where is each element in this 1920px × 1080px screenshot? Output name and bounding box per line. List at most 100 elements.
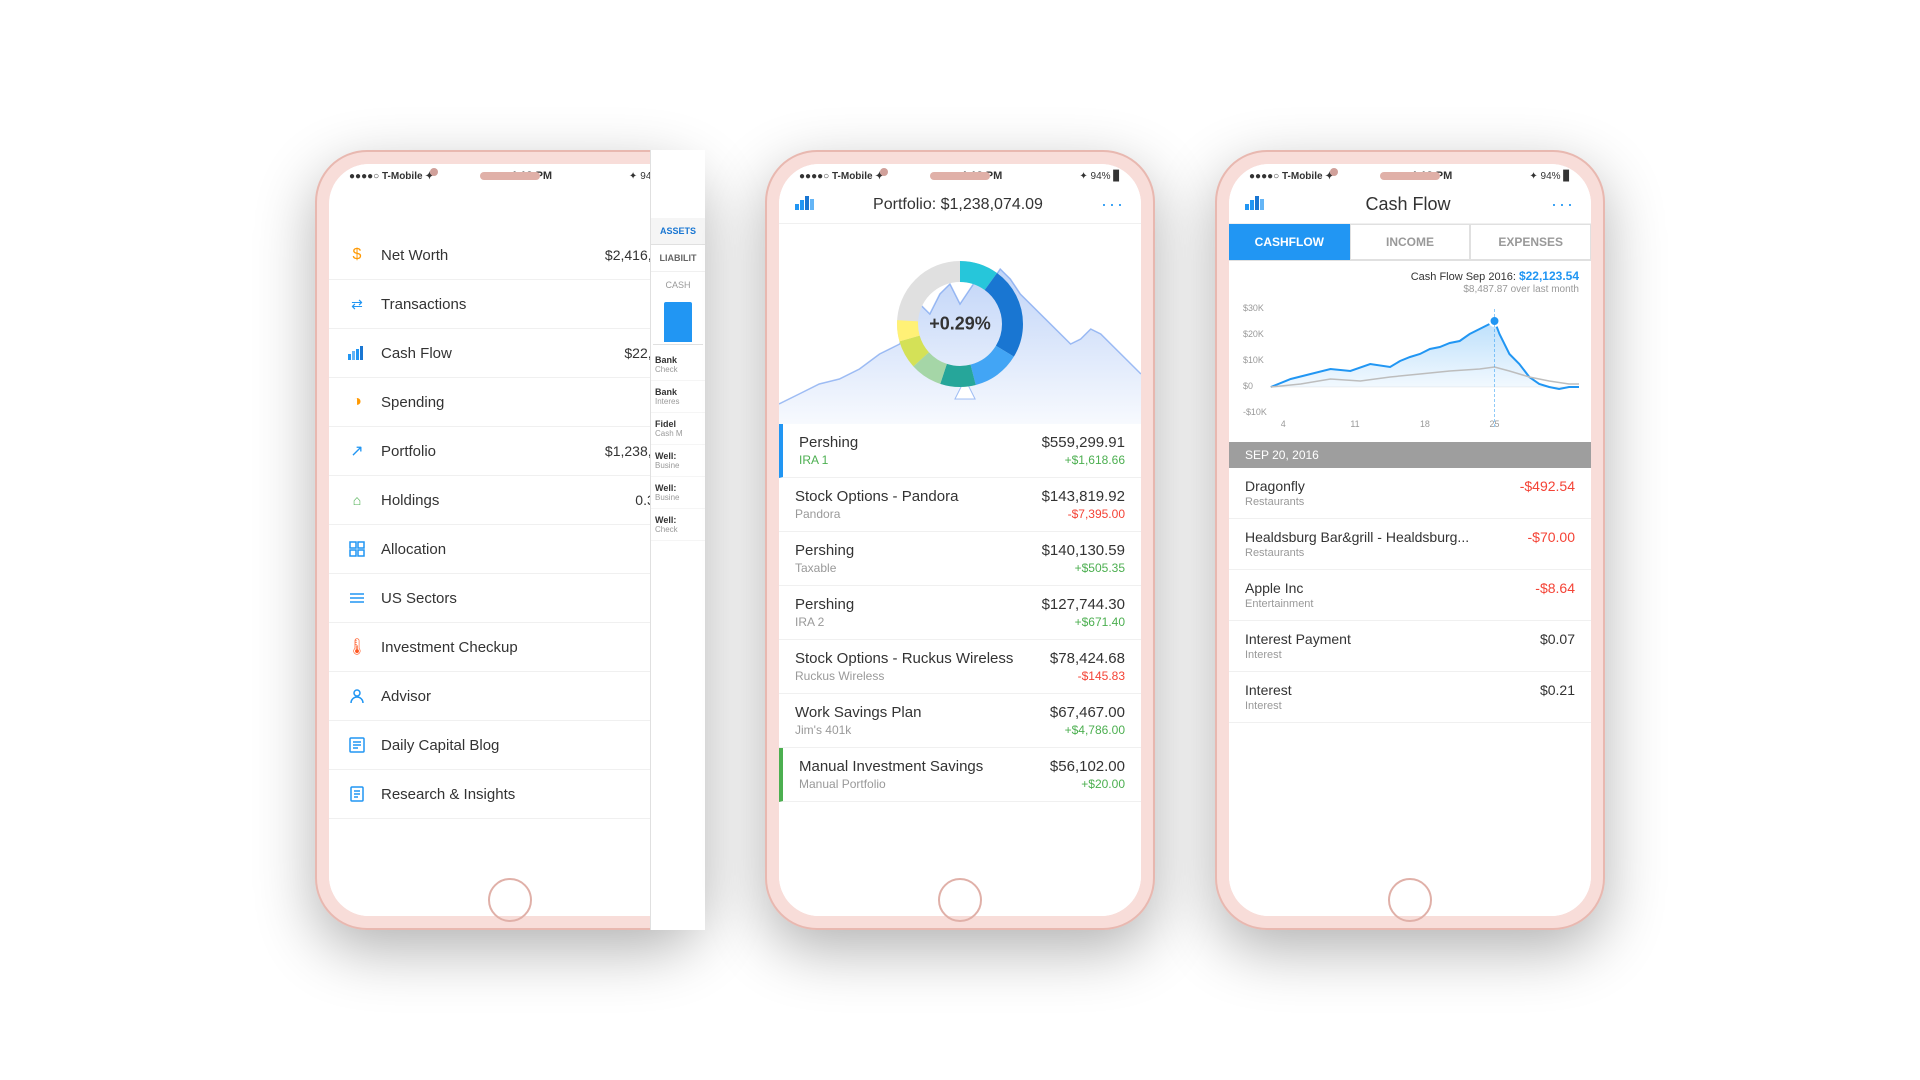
home-button-2[interactable] xyxy=(938,878,982,922)
nav-header-1 xyxy=(329,186,691,231)
transaction-dragonfly[interactable]: Dragonfly -$492.54 Restaurants xyxy=(1229,468,1591,519)
transaction-healdsburg[interactable]: Healdsburg Bar&grill - Healdsburg... -$7… xyxy=(1229,519,1591,570)
holdings-icon: ⌂ xyxy=(345,488,369,512)
svg-text:-$10K: -$10K xyxy=(1243,407,1267,417)
menu-item-us-sectors[interactable]: US Sectors xyxy=(329,574,691,623)
transaction-interest[interactable]: Interest $0.21 Interest xyxy=(1229,672,1591,723)
transactions-label: Transactions xyxy=(381,296,466,313)
svg-text:18: 18 xyxy=(1420,419,1430,429)
menu-item-allocation[interactable]: Allocation xyxy=(329,525,691,574)
menu-item-advisor[interactable]: Advisor xyxy=(329,672,691,721)
transaction-apple[interactable]: Apple Inc -$8.64 Entertainment xyxy=(1229,570,1591,621)
chart-icon-p3[interactable] xyxy=(1245,194,1265,215)
portfolio-item-pershing-ira2[interactable]: Pershing IRA 2 $127,744.30 +$671.40 xyxy=(779,586,1141,640)
allocation-icon xyxy=(345,537,369,561)
bank-item-1: Bank Check xyxy=(651,349,705,381)
spending-icon: ◑ xyxy=(345,390,369,414)
cashflow-label: Cash Flow xyxy=(381,345,452,362)
portfolio-donut: +0.29% xyxy=(885,249,1035,399)
spending-label: Spending xyxy=(381,394,444,411)
tab-income[interactable]: INCOME xyxy=(1350,224,1471,260)
phone-3: ●●●●○ T-Mobile ✦ 4:18 PM ✦ 94% ▊ Cash Fl… xyxy=(1215,150,1605,930)
flag-icon[interactable] xyxy=(329,186,353,210)
bank-item-2: Bank Interes xyxy=(651,381,705,413)
investment-checkup-label: Investment Checkup xyxy=(381,639,518,656)
cashflow-header: Cash Flow ··· xyxy=(1229,186,1591,224)
portfolio-item-pershing-ira1[interactable]: Pershing IRA 1 $559,299.91 +$1,618.66 xyxy=(779,424,1141,478)
more-options-p2[interactable]: ··· xyxy=(1101,194,1125,215)
svg-text:4: 4 xyxy=(1281,419,1286,429)
portfolio-list: Pershing IRA 1 $559,299.91 +$1,618.66 St… xyxy=(779,424,1141,916)
transactions-icon: ⇄ xyxy=(345,292,369,316)
net-worth-icon: $ xyxy=(345,243,369,267)
time-1: 4:18 PM xyxy=(511,170,553,182)
portfolio-chart-area: +0.29% xyxy=(779,224,1141,424)
cashflow-sub: $8,487.87 over last month xyxy=(1463,284,1579,295)
home-button-1[interactable] xyxy=(488,878,532,922)
holdings-label: Holdings xyxy=(381,492,439,509)
cashflow-tabs: CASHFLOW INCOME EXPENSES xyxy=(1229,224,1591,261)
menu-list: $ Net Worth $2,416,717 ⇄ Transactions xyxy=(329,231,691,916)
cashflow-title: Cash Flow xyxy=(1365,194,1450,215)
net-worth-label: Net Worth xyxy=(381,247,448,264)
research-label: Research & Insights xyxy=(381,786,515,803)
wells-item-1: Well: Busine xyxy=(651,445,705,477)
transaction-interest-payment[interactable]: Interest Payment $0.07 Interest xyxy=(1229,621,1591,672)
phone-1: ●●●●○ T-Mobile ✦ 4:18 PM ✦ 94% ▊ xyxy=(315,150,705,930)
portfolio-item-manual[interactable]: Manual Investment Savings Manual Portfol… xyxy=(779,748,1141,802)
advisor-label: Advisor xyxy=(381,688,431,705)
portfolio-item-ruckus[interactable]: Stock Options - Ruckus Wireless Ruckus W… xyxy=(779,640,1141,694)
svg-text:11: 11 xyxy=(1350,419,1359,429)
menu-item-holdings[interactable]: ⌂ Holdings 0.31% xyxy=(329,476,691,525)
overlay-panel: ASSETS LIABILIT CASH Bank Check Bank Int… xyxy=(650,150,705,930)
svg-text:$0: $0 xyxy=(1243,381,1253,391)
advisor-icon xyxy=(345,684,369,708)
menu-item-spending[interactable]: ◑ Spending $0 xyxy=(329,378,691,427)
menu-item-portfolio[interactable]: ↗ Portfolio $1,238,074 xyxy=(329,427,691,476)
more-options-p3[interactable]: ··· xyxy=(1551,194,1575,215)
tab-cashflow[interactable]: CASHFLOW xyxy=(1229,224,1350,260)
assets-tab[interactable]: ASSETS xyxy=(651,218,705,245)
portfolio-icon: ↗ xyxy=(345,439,369,463)
menu-item-transactions[interactable]: ⇄ Transactions xyxy=(329,280,691,329)
wells-item-2: Well: Busine xyxy=(651,477,705,509)
svg-text:$10K: $10K xyxy=(1243,355,1264,365)
cashflow-chart-area: Cash Flow Sep 2016: $22,123.54 $8,487.87… xyxy=(1229,261,1591,442)
liabilities-tab[interactable]: LIABILIT xyxy=(651,245,705,272)
phone-2: ●●●●○ T-Mobile ✦ 4:18 PM ✦ 94% ▊ Portfol… xyxy=(765,150,1155,930)
investment-checkup-icon: 🌡 xyxy=(345,635,369,659)
portfolio-item-pandora[interactable]: Stock Options - Pandora Pandora $143,819… xyxy=(779,478,1141,532)
portfolio-item-401k[interactable]: Work Savings Plan Jim's 401k $67,467.00 … xyxy=(779,694,1141,748)
portfolio-label: Portfolio xyxy=(381,443,436,460)
phones-container: ●●●●○ T-Mobile ✦ 4:18 PM ✦ 94% ▊ xyxy=(0,0,1920,1080)
gear-icon[interactable] xyxy=(425,186,449,210)
home-button-3[interactable] xyxy=(1388,878,1432,922)
status-bar-2: ●●●●○ T-Mobile ✦ 4:18 PM ✦ 94% ▊ xyxy=(779,164,1141,186)
chart-icon-p2[interactable] xyxy=(795,194,815,215)
menu-item-blog[interactable]: Daily Capital Blog xyxy=(329,721,691,770)
research-icon xyxy=(345,782,369,806)
transaction-list: Dragonfly -$492.54 Restaurants Healdsbur… xyxy=(1229,468,1591,916)
date-banner: SEP 20, 2016 xyxy=(1229,442,1591,468)
svg-text:25: 25 xyxy=(1490,419,1500,429)
cashflow-info: Cash Flow Sep 2016: $22,123.54 $8,487.87… xyxy=(1241,269,1579,295)
lock-icon[interactable] xyxy=(377,186,401,210)
tab-expenses[interactable]: EXPENSES xyxy=(1470,224,1591,260)
cashflow-amount: $22,123.54 xyxy=(1519,269,1579,283)
status-bar-1: ●●●●○ T-Mobile ✦ 4:18 PM ✦ 94% ▊ xyxy=(329,164,691,186)
status-bar-3: ●●●●○ T-Mobile ✦ 4:18 PM ✦ 94% ▊ xyxy=(1229,164,1591,186)
svg-text:$20K: $20K xyxy=(1243,329,1264,339)
chart-icon-nav[interactable] xyxy=(329,210,691,231)
portfolio-header: Portfolio: $1,238,074.09 ··· xyxy=(779,186,1141,224)
cashflow-icon xyxy=(345,341,369,365)
menu-item-investment-checkup[interactable]: 🌡 Investment Checkup xyxy=(329,623,691,672)
portfolio-item-pershing-taxable[interactable]: Pershing Taxable $140,130.59 +$505.35 xyxy=(779,532,1141,586)
menu-item-cashflow[interactable]: Cash Flow $22,124 xyxy=(329,329,691,378)
wells-item-3: Well: Check xyxy=(651,509,705,541)
allocation-label: Allocation xyxy=(381,541,446,558)
donut-center-text: +0.29% xyxy=(929,314,991,335)
cash-label: CASH xyxy=(651,272,705,298)
nav-icons xyxy=(329,186,691,210)
menu-item-research[interactable]: Research & Insights xyxy=(329,770,691,819)
menu-item-net-worth[interactable]: $ Net Worth $2,416,717 xyxy=(329,231,691,280)
